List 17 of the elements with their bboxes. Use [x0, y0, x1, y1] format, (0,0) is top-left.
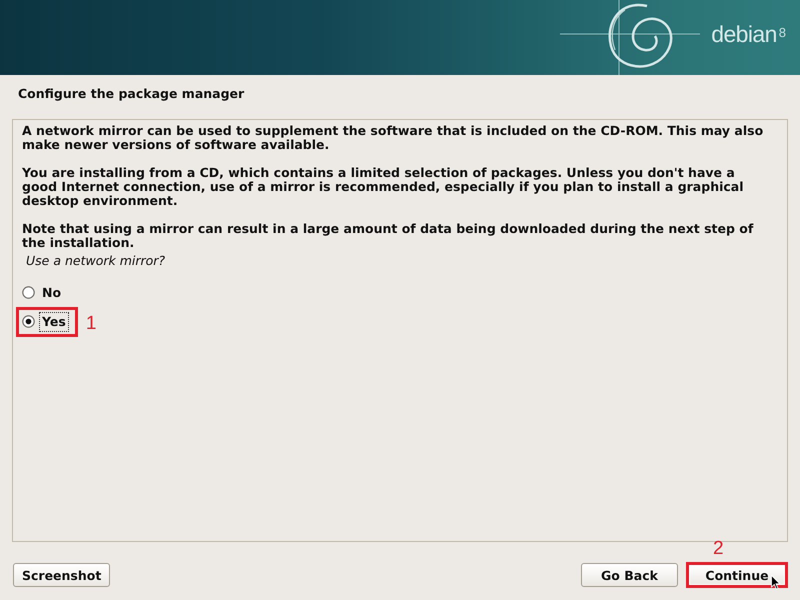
radio-button[interactable]: [22, 286, 35, 299]
mouse-pointer-icon: [771, 575, 781, 590]
radio-button[interactable]: [22, 315, 35, 328]
description-paragraph: You are installing from a CD, which contains a limited selection of packages. Unless you don't have a good Internet connection, use of a mirror is recommended, especially if you plan to install a graphical desktop environment.: [22, 166, 745, 208]
logo-wordmark: debian: [711, 22, 777, 47]
back-button[interactable]: Go Back: [581, 563, 678, 587]
step-title: Configure the package manager: [18, 86, 244, 102]
option-label[interactable]: No: [39, 282, 64, 302]
version-number: 8: [778, 25, 786, 40]
callout-number: 1: [86, 314, 96, 334]
callout-number: 2: [713, 539, 724, 559]
question-prompt: Use a network mirror?: [26, 253, 166, 269]
description-paragraph: A network mirror can be used to supplement the software that is included on the CD-ROM. This may also make newer versions of software available.: [22, 124, 764, 152]
description-paragraph: Note that using a mirror can result in a large amount of data being downloaded during the next step of the installation.: [22, 222, 754, 250]
continue-button[interactable]: Continue: [689, 565, 785, 585]
option-label[interactable]: Yes: [39, 312, 69, 332]
screenshot-button[interactable]: Screenshot: [13, 563, 110, 587]
